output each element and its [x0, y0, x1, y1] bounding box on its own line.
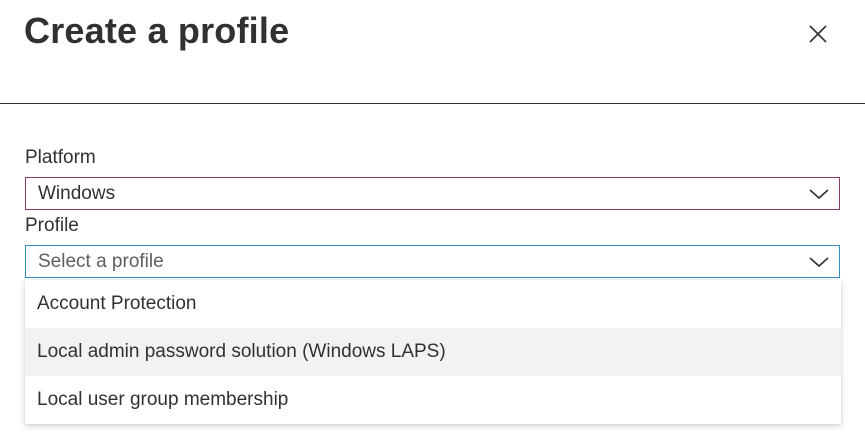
option-label: Local admin password solution (Windows L…	[37, 341, 446, 362]
option-account-protection[interactable]: Account Protection	[25, 280, 841, 328]
platform-value: Windows	[38, 182, 116, 204]
close-icon	[809, 25, 827, 43]
chevron-down-icon	[799, 178, 839, 209]
option-windows-laps[interactable]: Local admin password solution (Windows L…	[25, 328, 841, 376]
platform-dropdown[interactable]: Windows	[25, 177, 840, 210]
page-title: Create a profile	[24, 10, 290, 51]
header-divider	[0, 103, 865, 104]
option-local-user-group-membership[interactable]: Local user group membership	[25, 376, 841, 424]
profile-dropdown[interactable]: Select a profile	[25, 245, 840, 278]
option-label: Account Protection	[37, 293, 197, 314]
profile-options-list: Account Protection Local admin password …	[25, 280, 841, 424]
close-button[interactable]	[804, 20, 832, 48]
create-profile-panel: Create a profile Platform Windows Profil…	[0, 0, 865, 441]
option-label: Local user group membership	[37, 389, 289, 410]
profile-label: Profile	[25, 215, 79, 236]
profile-placeholder: Select a profile	[38, 250, 164, 272]
platform-label: Platform	[25, 147, 96, 168]
chevron-down-icon	[799, 246, 839, 277]
